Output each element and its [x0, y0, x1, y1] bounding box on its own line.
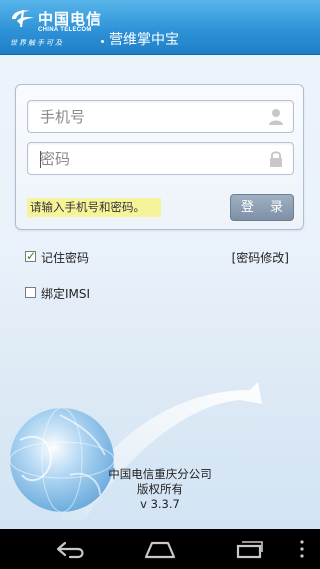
user-icon: [269, 109, 283, 125]
app-title: 营维掌中宝: [109, 32, 179, 48]
remember-password-label[interactable]: 记住密码: [41, 249, 89, 266]
password-input[interactable]: [28, 143, 268, 174]
lock-icon: [270, 151, 282, 167]
bind-imsi-checkbox[interactable]: [25, 287, 36, 298]
check-mark-icon: ✓: [26, 249, 37, 263]
china-telecom-logo-icon: [12, 9, 34, 28]
password-field[interactable]: [27, 142, 294, 175]
footer-rights: 版权所有: [137, 482, 183, 496]
brand-slogan: 世界触手可及: [10, 39, 64, 47]
app-version: v 3.3.7: [140, 497, 180, 511]
phone-input[interactable]: [28, 101, 268, 132]
login-panel: 请输入手机号和密码。 登 录: [15, 84, 304, 230]
login-button[interactable]: 登 录: [230, 194, 294, 221]
text-cursor: [40, 151, 41, 168]
brand-name-cn: 中国电信: [38, 10, 103, 28]
login-tip: 请输入手机号和密码。: [27, 198, 161, 217]
footer-company: 中国电信重庆分公司: [108, 467, 212, 481]
menu-icon[interactable]: [296, 537, 308, 561]
change-password-link[interactable]: [密码修改]: [232, 249, 289, 266]
home-icon[interactable]: [143, 537, 177, 561]
bind-imsi-label[interactable]: 绑定IMSI: [41, 285, 90, 302]
back-icon[interactable]: [54, 537, 88, 561]
brand-name-en: CHINA TELECOM: [38, 27, 92, 33]
recent-apps-icon[interactable]: [232, 537, 266, 561]
remember-password-checkbox[interactable]: ✓: [25, 249, 37, 263]
header-separator-dot: [101, 40, 104, 43]
system-nav-bar: [0, 529, 320, 569]
app-header: 中国电信 CHINA TELECOM 世界触手可及 营维掌中宝: [0, 0, 320, 55]
phone-field[interactable]: [27, 100, 294, 133]
